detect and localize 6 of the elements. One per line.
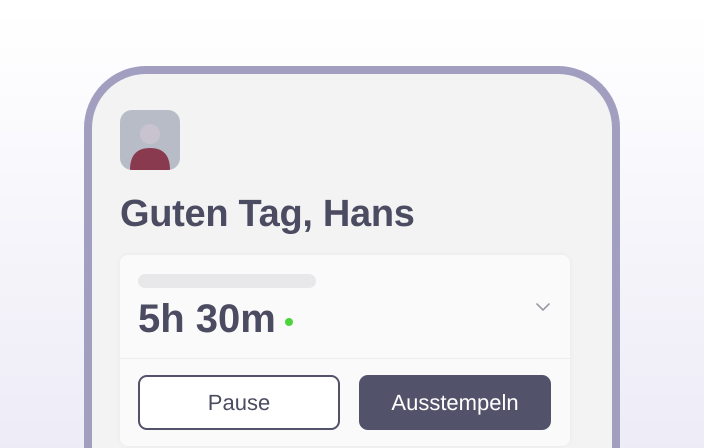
elapsed-time: 5h 30m: [138, 296, 276, 342]
greeting-heading: Guten Tag, Hans: [120, 192, 416, 236]
clock-out-button[interactable]: Ausstempeln: [359, 375, 551, 430]
pause-button[interactable]: Pause: [138, 375, 340, 430]
avatar-photo-placeholder: [120, 110, 180, 170]
chevron-icon[interactable]: [536, 303, 550, 311]
